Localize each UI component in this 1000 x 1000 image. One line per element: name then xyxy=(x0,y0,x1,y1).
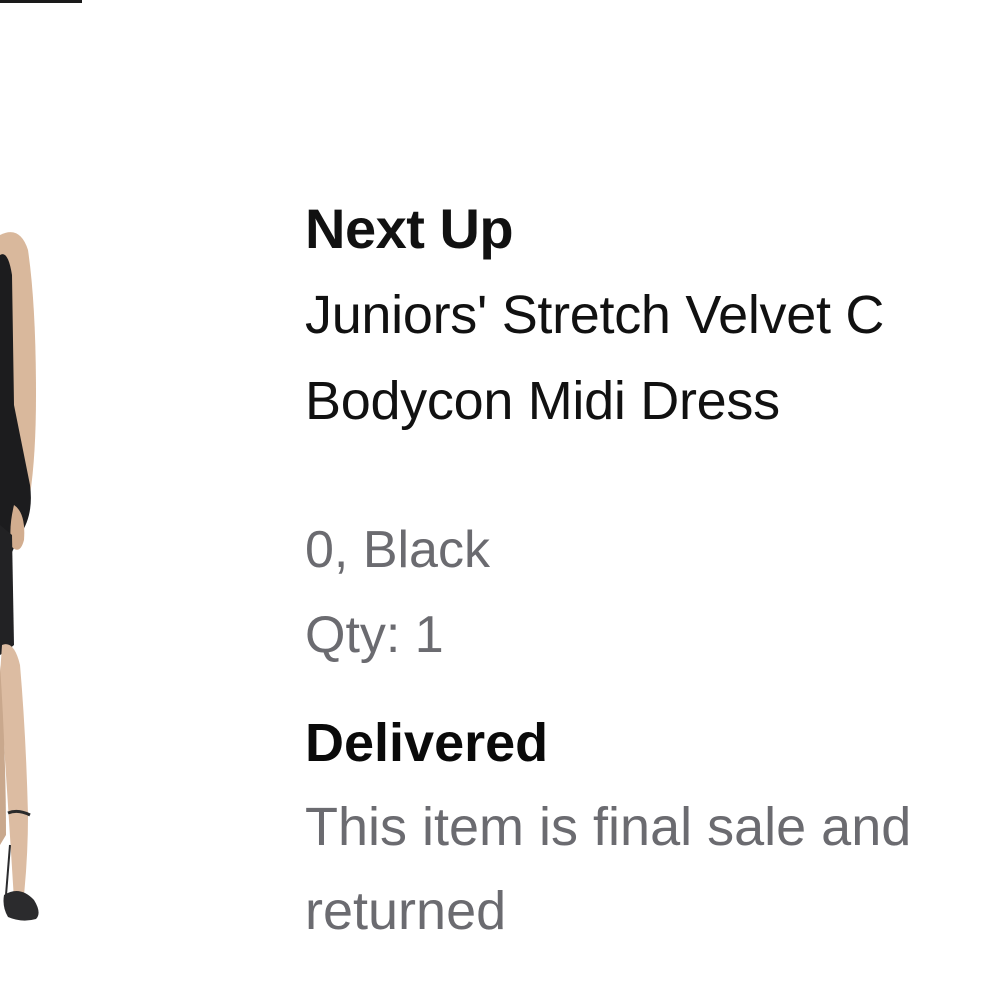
size-color-variant: 0, Black xyxy=(305,521,490,579)
order-item-page: Next Up Juniors' Stretch Velvet C Bodyco… xyxy=(0,0,1000,1000)
quantity-label: Qty: 1 xyxy=(305,606,444,664)
final-sale-note-line1: This item is final sale and xyxy=(305,797,912,857)
delivery-status: Delivered xyxy=(305,713,549,773)
final-sale-note-line2: returned xyxy=(305,881,507,941)
product-image[interactable] xyxy=(0,195,60,935)
product-name-line1[interactable]: Juniors' Stretch Velvet C xyxy=(305,284,884,346)
top-bar-fragment xyxy=(0,0,82,3)
product-name-line2[interactable]: Bodycon Midi Dress xyxy=(305,370,780,432)
brand-name: Next Up xyxy=(305,197,514,260)
product-photo-dress-model-icon xyxy=(0,232,39,921)
